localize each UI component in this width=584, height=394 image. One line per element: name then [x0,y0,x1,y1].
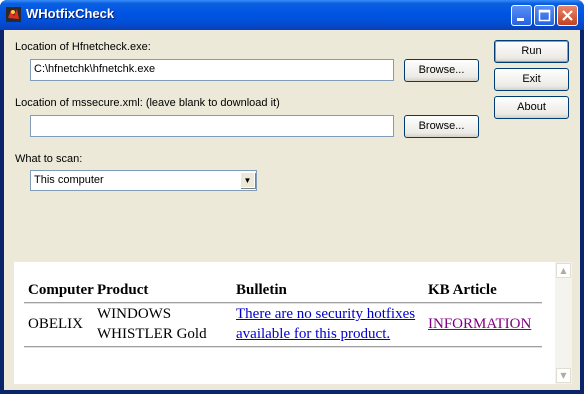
scan-target-select[interactable]: This computer ▼ [30,170,257,191]
app-icon [5,6,22,23]
row-divider [24,346,542,348]
exit-button[interactable]: Exit [494,68,569,91]
mssecure-location-label: Location of mssecure.xml: (leave blank t… [15,97,280,109]
close-icon [562,10,573,21]
column-header-product: Product [97,282,149,298]
client-area: Location of Hfnetcheck.exe: C:\hfnetchk\… [4,30,580,390]
about-button[interactable]: About [494,96,569,119]
scan-target-value: This computer [34,174,104,186]
bulletin-link-line2[interactable]: available for this product. [236,324,390,344]
cell-product-line1: WINDOWS [97,306,172,322]
maximize-icon [538,9,551,22]
hfnet-location-label: Location of Hfnetcheck.exe: [15,41,151,53]
browse-mssecure-button[interactable]: Browse... [404,115,479,138]
app-window: WHotfixCheck Location of Hfnetcheck.exe:… [0,0,584,394]
results-scrollbar[interactable]: ▲ ▼ [555,262,572,384]
cell-product-line2: WHISTLER Gold [97,326,207,342]
close-button[interactable] [557,5,578,26]
browse-hfnet-button[interactable]: Browse... [404,59,479,82]
hfnet-location-input[interactable]: C:\hfnetchk\hfnetchk.exe [30,59,394,81]
maximize-button[interactable] [534,5,555,26]
minimize-button[interactable] [511,5,532,26]
scan-target-label: What to scan: [15,153,83,165]
minimize-icon [517,18,524,21]
results-pane[interactable]: Computer Product Bulletin KB Article OBE… [14,262,572,384]
scroll-down-icon[interactable]: ▼ [556,368,571,383]
scroll-up-icon[interactable]: ▲ [556,263,571,278]
column-header-kb-article: KB Article [428,282,497,298]
bulletin-link-line1[interactable]: There are no security hotfixes [236,304,415,324]
kb-article-link[interactable]: INFORMATION [428,314,531,334]
column-header-computer: Computer [28,282,94,298]
title-bar[interactable]: WHotfixCheck [0,0,584,30]
cell-computer: OBELIX [28,316,83,332]
chevron-down-icon[interactable]: ▼ [240,172,255,188]
window-title: WHotfixCheck [26,6,115,21]
run-button[interactable]: Run [494,40,569,63]
mssecure-location-input[interactable] [30,115,394,137]
column-header-bulletin: Bulletin [236,282,287,298]
